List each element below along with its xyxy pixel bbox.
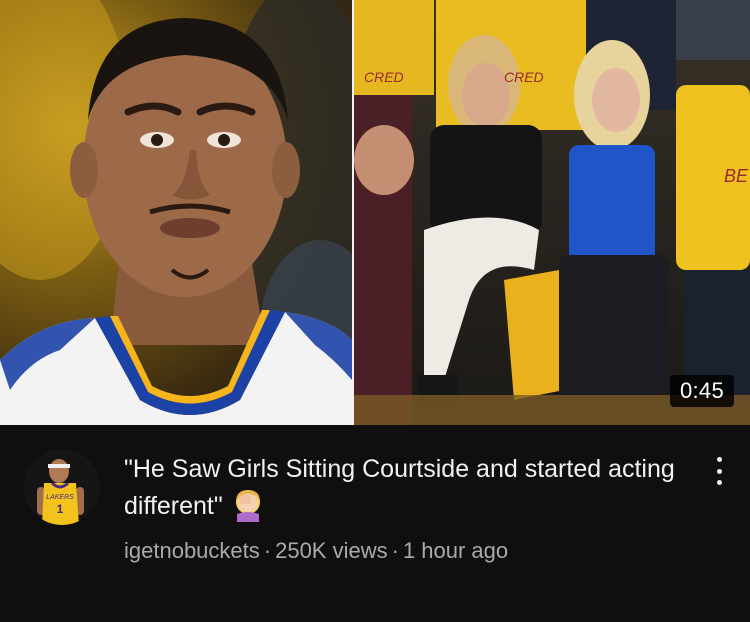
duration-badge: 0:45 <box>669 375 734 407</box>
avatar-jersey-number: 1 <box>57 502 64 516</box>
kebab-dot <box>716 457 722 462</box>
thumbnail-left-panel <box>0 0 352 425</box>
face-palm-emoji-icon <box>231 488 265 533</box>
view-count: 250K views <box>275 538 388 563</box>
more-options-icon[interactable] <box>704 453 734 489</box>
svg-text:CRED: CRED <box>364 69 404 85</box>
video-metadata: igetnobuckets · 250K views · 1 hour ago <box>124 538 508 564</box>
meta-separator: · <box>391 538 399 563</box>
video-title-text: "He Saw Girls Sitting Courtside and star… <box>124 455 675 520</box>
channel-avatar-image: LAKERS 1 <box>24 449 100 525</box>
meta-separator: · <box>263 538 272 563</box>
svg-text:CRED: CRED <box>504 69 544 85</box>
video-info: LAKERS 1 "He Saw Girls Sitting Courtside… <box>0 425 750 622</box>
kebab-dot <box>716 468 722 474</box>
channel-name[interactable]: igetnobuckets <box>124 538 260 563</box>
channel-avatar[interactable]: LAKERS 1 <box>24 449 100 525</box>
svg-text:BE: BE <box>724 166 749 186</box>
thumbnail-right-panel: BE CRED CRED <box>354 0 750 425</box>
upload-age: 1 hour ago <box>402 538 509 563</box>
kebab-dot <box>716 480 722 485</box>
video-thumbnail[interactable]: BE CRED CRED 0:45 <box>0 0 750 425</box>
player-closeup-illustration <box>0 0 352 425</box>
avatar-jersey-text: LAKERS <box>46 494 74 501</box>
courtside-crowd-illustration: BE CRED CRED <box>354 0 750 425</box>
video-title[interactable]: "He Saw Girls Sitting Courtside and star… <box>124 451 684 533</box>
